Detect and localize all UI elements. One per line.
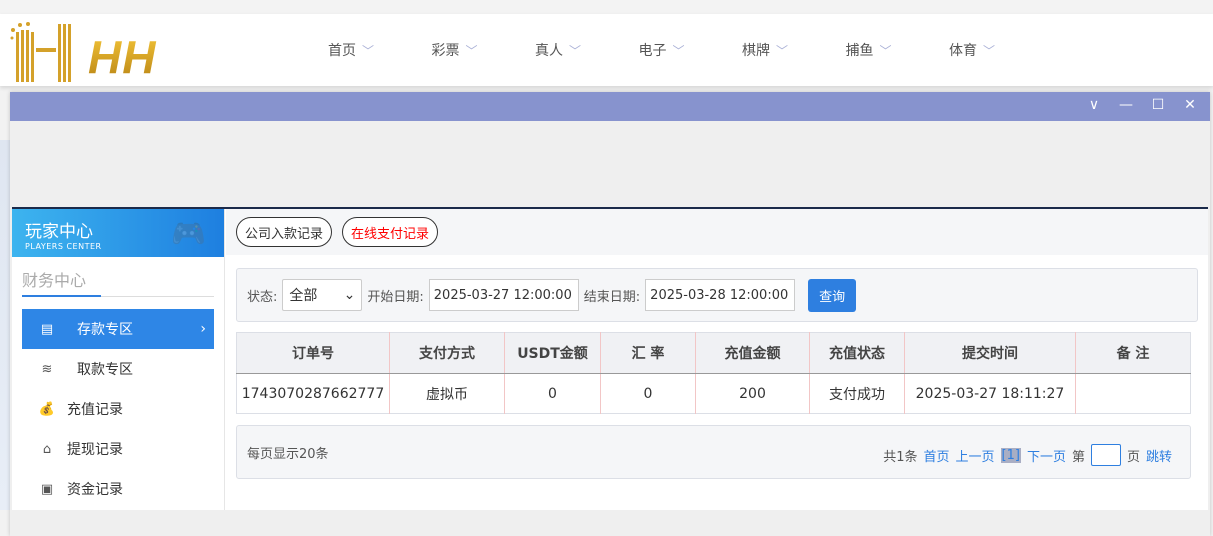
nav-label: 捕鱼: [845, 43, 874, 59]
collapse-icon[interactable]: ∨: [1084, 97, 1104, 113]
status-select[interactable]: 全部 ⌄: [282, 279, 363, 311]
funds-icon: ▣: [40, 481, 54, 497]
total-count: 共1条: [883, 449, 918, 465]
sidebar-item-deposit[interactable]: ▤ 存款专区 ›: [22, 309, 214, 349]
page-suffix: 页: [1126, 449, 1140, 465]
section-label: 财务中心: [22, 271, 87, 290]
cell-status: 支付成功: [809, 373, 905, 414]
nav-sports[interactable]: 体育 ﹀: [949, 40, 1053, 60]
records-table: 订单号 支付方式 USDT金额 汇 率 充值金额 充值状态 提交时间 备 注 1…: [236, 332, 1191, 414]
cell-usdt-amount: 0: [504, 373, 601, 414]
column-header: 充值金额: [695, 332, 810, 374]
chevron-down-icon: ﹀: [776, 43, 789, 58]
column-header: 支付方式: [389, 332, 505, 374]
current-page[interactable]: [1]: [1000, 447, 1021, 463]
page-number-input[interactable]: [1090, 444, 1121, 466]
chevron-down-icon: ﹀: [672, 43, 685, 58]
chevron-down-icon: ⌄: [343, 287, 356, 303]
gamepad-icon: 🎮: [171, 217, 206, 250]
chevron-down-icon: ﹀: [983, 43, 996, 58]
end-date-input[interactable]: 2025-03-28 12:00:00: [645, 279, 796, 311]
nav-label: 体育: [949, 43, 977, 59]
nav-live[interactable]: 真人 ﹀: [535, 40, 639, 60]
cell-amount: 200: [695, 373, 810, 414]
nav-slots[interactable]: 电子 ﹀: [639, 40, 743, 60]
sidebar-item-label: 充值记录: [67, 402, 123, 418]
chevron-down-icon: ﹀: [362, 43, 375, 58]
cell-rate: 0: [600, 373, 696, 414]
tab-company-deposit[interactable]: 公司入款记录: [236, 217, 333, 247]
nav-label: 首页: [328, 43, 356, 59]
close-icon[interactable]: ✕: [1180, 97, 1200, 113]
chevron-right-icon: ›: [200, 321, 206, 337]
site-header: HH GAME 首页 ﹀ 彩票 ﹀ 真人 ﹀ 电子 ﹀ 棋牌 ﹀ 捕鱼 ﹀ 体育 ﹀: [0, 14, 1213, 137]
sidebar-item-withdraw[interactable]: ≋ 取款专区: [22, 349, 214, 389]
next-page-link[interactable]: 下一页: [1027, 446, 1066, 465]
sidebar-item-label: 提现记录: [67, 442, 123, 458]
nav-cards[interactable]: 棋牌 ﹀: [742, 40, 846, 60]
sidebar-item-withdraw-records[interactable]: ⌂ 提现记录: [22, 429, 214, 469]
tab-online-payment[interactable]: 在线支付记录: [342, 217, 439, 247]
first-page-link[interactable]: 首页: [923, 446, 949, 465]
start-date-input[interactable]: 2025-03-27 12:00:00: [428, 279, 579, 311]
nav-label: 棋牌: [742, 43, 770, 59]
nav-label: 真人: [535, 43, 563, 59]
column-header: 备 注: [1075, 332, 1191, 374]
browser-top-strip: [0, 0, 1213, 14]
background-page: [0, 140, 10, 510]
minimize-icon[interactable]: —: [1116, 97, 1136, 113]
money-bag-icon: 💰: [38, 401, 56, 417]
chevron-down-icon: ﹀: [569, 43, 582, 58]
logo-mark-icon: [10, 22, 71, 82]
cell-submit-time: 2025-03-27 18:11:27: [904, 373, 1076, 414]
window-titlebar[interactable]: ∨ — ☐ ✕: [10, 92, 1210, 121]
cell-order-id: 1743070287662777: [236, 373, 390, 414]
nav-lottery[interactable]: 彩票 ﹀: [432, 40, 536, 60]
nav-label: 电子: [638, 43, 667, 59]
hand-money-icon: ≋: [41, 361, 53, 377]
prev-page-link[interactable]: 上一页: [956, 446, 995, 465]
maximize-icon[interactable]: ☐: [1148, 97, 1168, 113]
sidebar: 玩家中心 PLAYERS CENTER 🎮 财务中心 ▤ 存款专区 › ≋ 取款专区 …: [12, 209, 225, 510]
filter-bar: 状态: 全部 ⌄ 开始日期: 2025-03-27 12:00:00 结束日期: …: [236, 268, 1198, 322]
sidebar-item-fund-records[interactable]: ▣ 资金记录: [22, 469, 214, 509]
sidebar-item-recharge-records[interactable]: 💰 充值记录: [22, 389, 214, 429]
section-tab-finance[interactable]: 财务中心: [22, 267, 214, 297]
popup-window: ∨ — ☐ ✕ 玩家中心 PLAYERS CENTER 🎮 财务中心 ▤ 存款专区…: [10, 92, 1210, 536]
nav-fishing[interactable]: 捕鱼 ﹀: [846, 40, 950, 60]
start-date-label: 开始日期:: [367, 289, 424, 305]
sidebar-item-label: 存款专区: [77, 322, 133, 338]
window-content: 玩家中心 PLAYERS CENTER 🎮 财务中心 ▤ 存款专区 › ≋ 取款专区 …: [12, 207, 1208, 510]
query-button[interactable]: 查询: [808, 278, 857, 312]
column-header: 提交时间: [904, 332, 1076, 374]
card-icon: ▤: [40, 321, 54, 337]
status-label: 状态:: [247, 289, 278, 305]
main-nav: 首页 ﹀ 彩票 ﹀ 真人 ﹀ 电子 ﹀ 棋牌 ﹀ 捕鱼 ﹀ 体育 ﹀: [328, 40, 1053, 60]
jump-button[interactable]: 跳转: [1146, 446, 1172, 465]
sidebar-item-label: 资金记录: [67, 482, 123, 498]
page-prefix: 第: [1071, 449, 1085, 465]
pagination: 每页显示20条 共1条 首页 上一页 [1] 下一页 第 页 跳转: [236, 425, 1191, 479]
column-header: 汇 率: [600, 332, 696, 374]
table-header-row: 订单号 支付方式 USDT金额 汇 率 充值金额 充值状态 提交时间 备 注: [236, 332, 1191, 374]
status-value: 全部: [289, 288, 318, 304]
cell-remark: [1076, 374, 1191, 414]
column-header: 充值状态: [809, 332, 905, 374]
withdraw-icon: ⌂: [42, 441, 52, 457]
nav-home[interactable]: 首页 ﹀: [328, 40, 432, 60]
column-header: 订单号: [236, 332, 390, 374]
column-header: USDT金额: [504, 332, 601, 374]
main-panel: 公司入款记录 在线支付记录 状态: 全部 ⌄ 开始日期: 2025-03-27 1…: [226, 209, 1208, 510]
logo[interactable]: HH GAME: [8, 20, 273, 137]
nav-label: 彩票: [431, 43, 460, 59]
end-date-label: 结束日期:: [583, 289, 641, 305]
players-center-banner: 玩家中心 PLAYERS CENTER 🎮: [12, 209, 224, 257]
per-page-text: 每页显示20条: [247, 447, 329, 462]
cell-payment-method: 虚拟币: [389, 373, 505, 414]
chevron-down-icon: ﹀: [879, 43, 892, 58]
chevron-down-icon: ﹀: [465, 43, 478, 58]
table-row: 1743070287662777 虚拟币 0 0 200 支付成功 2025-0…: [236, 373, 1191, 414]
sidebar-item-label: 取款专区: [77, 362, 133, 378]
